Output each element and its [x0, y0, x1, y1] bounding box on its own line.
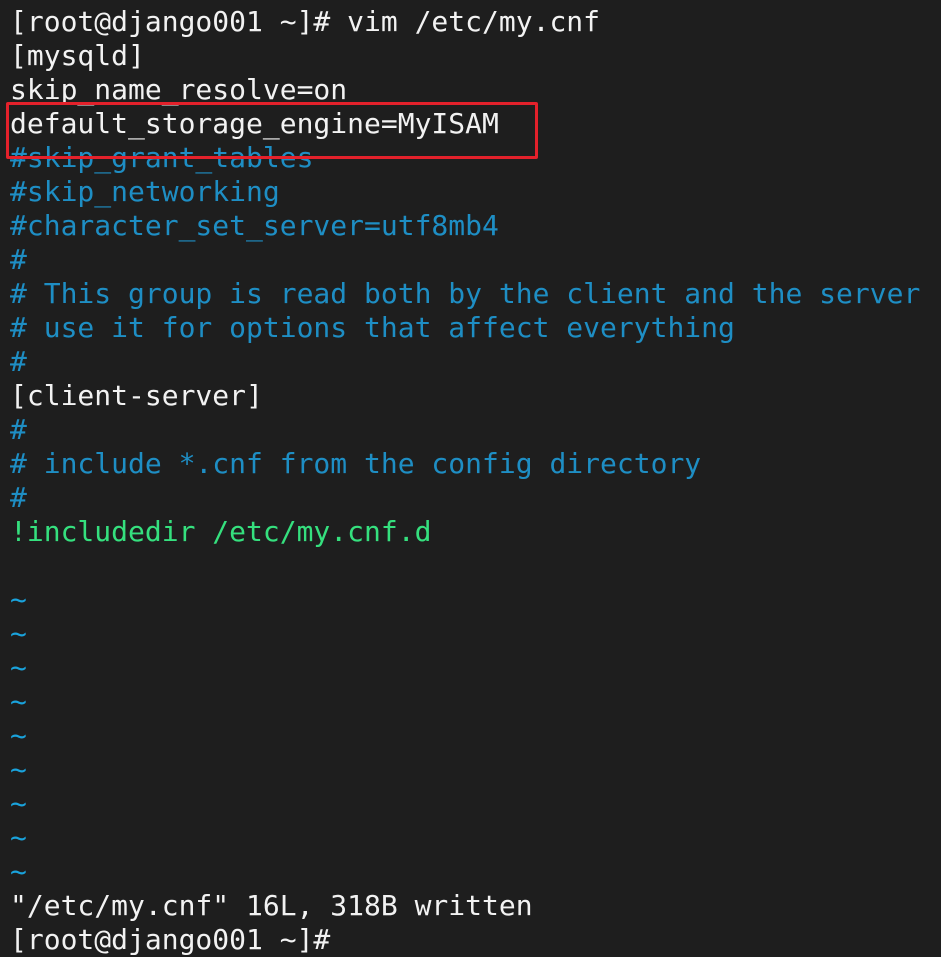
- terminal-line: !includedir /etc/my.cnf.d: [10, 515, 432, 548]
- empty-buffer-line: ~: [10, 685, 27, 718]
- terminal-line: skip_name_resolve=on: [10, 73, 348, 106]
- terminal-line: #: [10, 243, 27, 276]
- empty-buffer-line: ~: [10, 651, 27, 684]
- empty-buffer-line: ~: [10, 787, 27, 820]
- terminal-line: #skip_networking: [10, 175, 280, 208]
- empty-buffer-line: ~: [10, 753, 27, 786]
- terminal-line: default_storage_engine=MyISAM: [10, 107, 499, 140]
- terminal-line: [root@django001 ~]# vim /etc/my.cnf: [10, 5, 601, 38]
- terminal-line: #: [10, 481, 27, 514]
- terminal-line: #: [10, 413, 27, 446]
- empty-buffer-line: ~: [10, 821, 27, 854]
- terminal-line: # include *.cnf from the config director…: [10, 447, 702, 480]
- empty-buffer-line: ~: [10, 583, 27, 616]
- terminal-line: # This group is read both by the client …: [10, 277, 921, 310]
- terminal-line: # use it for options that affect everyth…: [10, 311, 735, 344]
- empty-buffer-line: ~: [10, 617, 27, 650]
- empty-buffer-line: ~: [10, 719, 27, 752]
- terminal-line: #skip_grant_tables: [10, 141, 314, 174]
- terminal-line: [root@django001 ~]#: [10, 923, 331, 956]
- terminal-line: [mysqld]: [10, 39, 145, 72]
- terminal-line: [client-server]: [10, 379, 263, 412]
- terminal-output[interactable]: [root@django001 ~]# vim /etc/my.cnf [mysq…: [10, 5, 941, 957]
- terminal-line: "/etc/my.cnf" 16L, 318B written: [10, 889, 533, 922]
- terminal-line: #character_set_server=utf8mb4: [10, 209, 499, 242]
- terminal-line: #: [10, 345, 27, 378]
- empty-buffer-line: ~: [10, 855, 27, 888]
